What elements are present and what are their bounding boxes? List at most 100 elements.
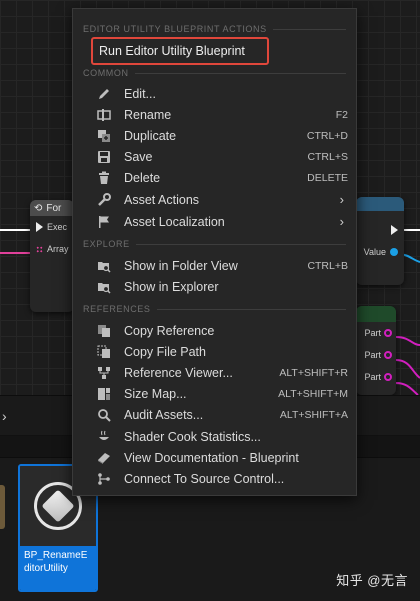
size-map-icon: [97, 387, 111, 401]
node-header: [356, 197, 404, 211]
menu-item-label: Asset Actions: [124, 192, 200, 207]
break-struct-node[interactable]: Part Part Part: [356, 306, 396, 395]
audit-icon: [97, 408, 111, 422]
section-label: EDITOR UTILITY BLUEPRINT ACTIONS: [83, 24, 267, 34]
menu-item-label: Run Editor Utility Blueprint: [99, 44, 245, 58]
array-pin-icon[interactable]: [36, 245, 43, 253]
menu-item-show-in-folder-view[interactable]: Show in Folder View CTRL+B: [87, 255, 348, 276]
menu-item-shortcut: DELETE: [307, 171, 348, 184]
section-header-references: REFERENCES: [83, 302, 346, 316]
part-pin-icon[interactable]: [384, 373, 392, 381]
menu-item-edit[interactable]: Edit...: [87, 83, 348, 104]
menu-item-copy-file-path[interactable]: Copy File Path: [87, 341, 348, 362]
exec-out-pin-icon[interactable]: [391, 225, 398, 235]
menu-item-copy-reference[interactable]: Copy Reference: [87, 320, 348, 341]
menu-item-label: Connect To Source Control...: [124, 471, 285, 486]
asset-name: BP_RenameEditorUtility: [20, 546, 96, 590]
asset-context-menu: EDITOR UTILITY BLUEPRINT ACTIONS Run Edi…: [72, 8, 357, 496]
menu-item-label: Show in Folder View: [124, 258, 238, 273]
menu-item-label: Asset Localization: [124, 214, 225, 229]
menu-item-shortcut: CTRL+S: [307, 150, 348, 163]
part-pin-row[interactable]: Part: [356, 344, 396, 366]
exec-out-row[interactable]: [356, 219, 404, 241]
copy-icon: [97, 345, 111, 359]
menu-item-view-documentation[interactable]: View Documentation - Blueprint: [87, 447, 348, 468]
menu-item-asset-actions[interactable]: Asset Actions ›: [87, 189, 348, 210]
asset-tile-partial[interactable]: [0, 485, 5, 529]
menu-item-save[interactable]: Save CTRL+S: [87, 146, 348, 167]
menu-item-reference-viewer[interactable]: Reference Viewer... ALT+SHIFT+R: [87, 362, 348, 383]
menu-item-connect-to-source-control[interactable]: Connect To Source Control...: [87, 468, 348, 489]
expand-arrow-icon[interactable]: ›: [2, 408, 7, 424]
menu-item-label: Size Map...: [124, 386, 187, 401]
part-pin-label: Part: [364, 350, 381, 360]
menu-item-shortcut: CTRL+B: [307, 259, 348, 272]
part-wire-1: [395, 336, 420, 346]
menu-item-shortcut: ALT+SHIFT+M: [278, 387, 348, 400]
part-pin-icon[interactable]: [384, 351, 392, 359]
shader-icon: [97, 430, 111, 444]
folder-search-icon: [97, 259, 111, 273]
part-wire-3: [395, 382, 419, 395]
divider: [135, 243, 346, 245]
menu-item-asset-localization[interactable]: Asset Localization ›: [87, 211, 348, 232]
menu-item-shortcut: F2: [335, 108, 348, 121]
section-label: EXPLORE: [83, 239, 130, 249]
menu-item-size-map[interactable]: Size Map... ALT+SHIFT+M: [87, 383, 348, 404]
part-pin-row[interactable]: Part: [356, 322, 396, 344]
menu-item-delete[interactable]: Delete DELETE: [87, 167, 348, 188]
menu-item-label: Edit...: [124, 86, 156, 101]
source-control-icon: [97, 472, 111, 486]
divider: [272, 28, 346, 30]
exec-pin-icon[interactable]: [36, 222, 43, 232]
menu-item-show-in-explorer[interactable]: Show in Explorer: [87, 276, 348, 297]
part-pin-label: Part: [364, 372, 381, 382]
rename-icon: [97, 108, 111, 122]
array-pin-label: Array: [47, 244, 69, 254]
node-header: ⟲ For: [30, 200, 74, 216]
menu-item-audit-assets[interactable]: Audit Assets... ALT+SHIFT+A: [87, 404, 348, 425]
value-pin-label: Value: [363, 247, 386, 257]
divider: [156, 308, 346, 310]
menu-item-shortcut: ALT+SHIFT+R: [279, 366, 348, 379]
section-label: COMMON: [83, 68, 129, 78]
menu-item-label: Rename: [124, 107, 172, 122]
menu-item-rename[interactable]: Rename F2: [87, 104, 348, 125]
menu-item-duplicate[interactable]: Duplicate CTRL+D: [87, 125, 348, 146]
part-wire-2: [395, 359, 420, 379]
menu-item-label: Copy File Path: [124, 344, 206, 359]
exec-pin-row[interactable]: Exec: [30, 216, 74, 238]
part-pin-icon[interactable]: [384, 329, 392, 337]
run-editor-utility-blueprint-item[interactable]: Run Editor Utility Blueprint: [91, 37, 269, 65]
value-pin-icon[interactable]: [390, 248, 398, 256]
menu-item-shortcut: ALT+SHIFT+A: [279, 408, 348, 421]
submenu-chevron-icon: ›: [339, 214, 344, 229]
folder-search-icon: [97, 280, 111, 294]
menu-item-shortcut: CTRL+D: [306, 129, 348, 142]
pencil-icon: [97, 87, 111, 101]
array-pin-row[interactable]: Array: [30, 238, 74, 260]
section-header-editor-utility: EDITOR UTILITY BLUEPRINT ACTIONS: [83, 22, 346, 36]
divider: [134, 72, 346, 74]
documentation-icon: [97, 451, 111, 465]
function-node[interactable]: Value: [356, 197, 404, 285]
menu-item-label: Save: [124, 149, 153, 164]
menu-item-label: Show in Explorer: [124, 279, 219, 294]
menu-item-label: Reference Viewer...: [124, 365, 233, 380]
save-icon: [97, 150, 111, 164]
node-title: For: [46, 202, 62, 214]
reference-viewer-icon: [97, 366, 111, 380]
value-pin-row[interactable]: Value: [356, 241, 404, 263]
flag-icon: [97, 215, 111, 229]
section-label: REFERENCES: [83, 304, 151, 314]
menu-item-shader-cook-statistics[interactable]: Shader Cook Statistics...: [87, 426, 348, 447]
for-each-node[interactable]: ⟲ For Exec Array: [30, 200, 74, 312]
part-pin-row[interactable]: Part: [356, 366, 396, 388]
menu-item-label: Audit Assets...: [124, 407, 204, 422]
watermark: 知乎 @无言: [336, 573, 408, 588]
section-header-common: COMMON: [83, 66, 346, 80]
duplicate-icon: [97, 129, 111, 143]
section-header-explore: EXPLORE: [83, 237, 346, 251]
wrench-icon: [97, 192, 111, 207]
copy-icon: [97, 324, 111, 338]
